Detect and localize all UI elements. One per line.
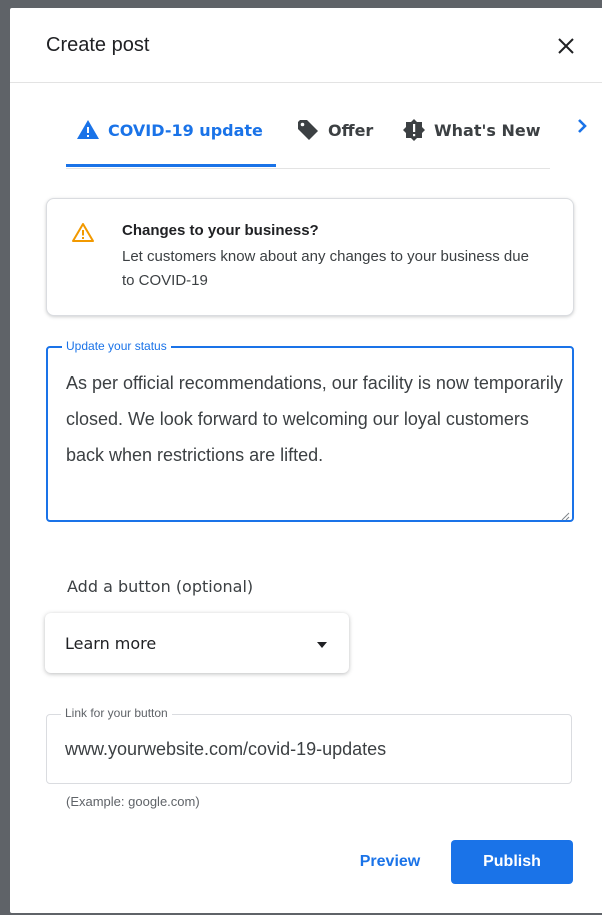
tab-offer[interactable]: Offer <box>296 94 373 166</box>
notice-body: Let customers know about any changes to … <box>122 248 529 289</box>
create-post-dialog: Create post COVID-19 update Offer What's… <box>10 8 602 913</box>
button-type-select[interactable]: Learn more <box>45 613 349 673</box>
select-value: Learn more <box>65 634 157 653</box>
link-helper-text: (Example: google.com) <box>66 794 200 809</box>
dialog-title: Create post <box>46 34 150 56</box>
dialog-header: Create post <box>10 8 602 83</box>
warning-triangle-icon <box>76 118 100 142</box>
link-text: www.yourwebsite.com/covid-19-updates <box>65 739 387 759</box>
tag-icon <box>296 118 320 142</box>
announcement-icon <box>402 118 426 142</box>
tab-label: COVID-19 update <box>108 120 263 140</box>
add-button-label: Add a button (optional) <box>67 577 254 596</box>
chevron-right-icon[interactable] <box>570 114 594 138</box>
preview-button[interactable]: Preview <box>340 840 440 884</box>
active-tab-indicator <box>66 164 276 167</box>
tab-label: What's New <box>434 120 541 140</box>
status-textarea[interactable]: Update your status As per official recom… <box>46 339 574 522</box>
link-field[interactable]: Link for your button www.yourwebsite.com… <box>46 706 572 784</box>
link-field-label: Link for your button <box>61 706 172 720</box>
resize-grip-icon[interactable] <box>560 508 570 521</box>
tab-covid-19-update[interactable]: COVID-19 update <box>76 94 263 166</box>
publish-button[interactable]: Publish <box>451 840 573 884</box>
caret-down-icon <box>315 637 329 648</box>
close-icon[interactable] <box>554 34 578 58</box>
post-type-tabs: COVID-19 update Offer What's New <box>66 94 550 169</box>
warning-outline-icon <box>71 221 95 245</box>
status-field-label: Update your status <box>62 339 171 353</box>
tab-label: Offer <box>328 120 374 140</box>
status-text: As per official recommendations, our fac… <box>66 373 563 465</box>
covid-notice-card: Changes to your business? Let customers … <box>46 198 574 316</box>
notice-title: Changes to your business? <box>122 222 319 239</box>
tab-whats-new[interactable]: What's New <box>402 94 541 166</box>
